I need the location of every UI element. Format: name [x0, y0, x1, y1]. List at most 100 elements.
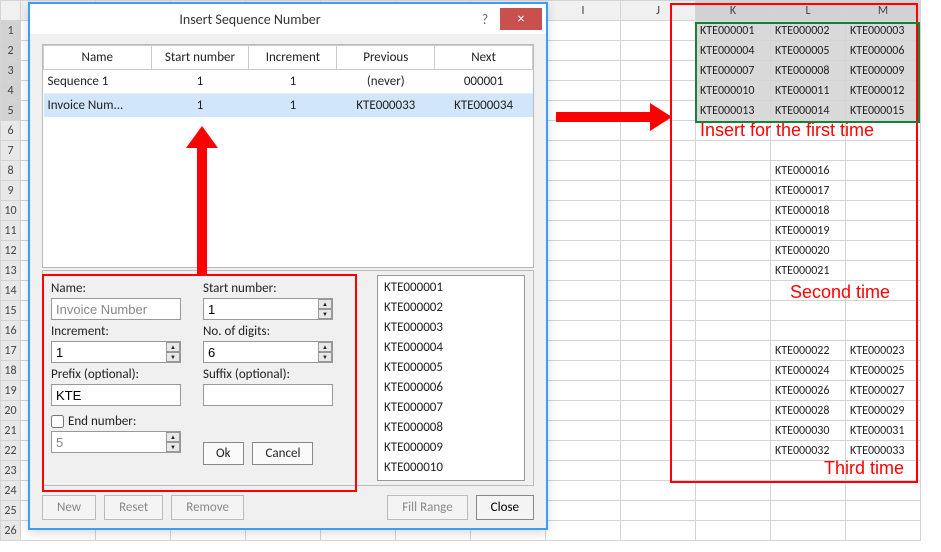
digits-field[interactable]	[203, 341, 333, 363]
col-next[interactable]: Next	[435, 46, 533, 70]
cell[interactable]	[696, 261, 771, 281]
spin-down-icon[interactable]: ▼	[166, 442, 180, 452]
cell[interactable]	[846, 261, 921, 281]
cell[interactable]	[846, 181, 921, 201]
col-name[interactable]: Name	[44, 46, 152, 70]
cell[interactable]: KTE000008	[771, 61, 846, 81]
cell[interactable]: KTE000004	[696, 41, 771, 61]
cell[interactable]	[771, 461, 846, 481]
spin-down-icon[interactable]: ▼	[166, 352, 180, 362]
row-header[interactable]: 2	[1, 41, 21, 61]
reset-button[interactable]: Reset	[104, 495, 163, 520]
cell[interactable]	[771, 121, 846, 141]
row-header[interactable]: 22	[1, 441, 21, 461]
cell[interactable]	[621, 141, 696, 161]
cell[interactable]	[621, 61, 696, 81]
cell[interactable]	[696, 441, 771, 461]
table-row[interactable]: Invoice Num... 1 1 KTE000033 KTE000034	[44, 94, 533, 118]
cell[interactable]	[621, 521, 696, 541]
cell[interactable]: KTE000014	[771, 101, 846, 121]
cell[interactable]	[546, 21, 621, 41]
cell[interactable]	[846, 301, 921, 321]
cell[interactable]	[621, 461, 696, 481]
cell[interactable]: KTE000010	[696, 81, 771, 101]
cell[interactable]: KTE000029	[846, 401, 921, 421]
cell[interactable]	[546, 61, 621, 81]
cell[interactable]	[621, 21, 696, 41]
row-header[interactable]: 8	[1, 161, 21, 181]
cell[interactable]: KTE000031	[846, 421, 921, 441]
cell[interactable]	[696, 181, 771, 201]
cell[interactable]	[771, 301, 846, 321]
row-header[interactable]: 26	[1, 521, 21, 541]
row-header[interactable]: 20	[1, 401, 21, 421]
col-header[interactable]: K	[696, 1, 771, 21]
sequence-list[interactable]: Name Start number Increment Previous Nex…	[42, 44, 534, 268]
cell[interactable]: KTE000001	[696, 21, 771, 41]
spin-up-icon[interactable]: ▲	[318, 342, 332, 352]
cell[interactable]	[546, 201, 621, 221]
cell[interactable]	[771, 141, 846, 161]
cell[interactable]	[696, 301, 771, 321]
cell[interactable]	[621, 341, 696, 361]
cell[interactable]	[771, 281, 846, 301]
prefix-field[interactable]	[51, 384, 181, 406]
new-button[interactable]: New	[42, 495, 96, 520]
ok-button[interactable]: Ok	[203, 442, 244, 465]
cell[interactable]	[546, 301, 621, 321]
cell[interactable]: KTE000030	[771, 421, 846, 441]
cell[interactable]	[696, 501, 771, 521]
cell[interactable]	[621, 281, 696, 301]
row-header[interactable]: 17	[1, 341, 21, 361]
cell[interactable]	[546, 181, 621, 201]
cancel-button[interactable]: Cancel	[252, 442, 313, 465]
row-header[interactable]: 14	[1, 281, 21, 301]
cell[interactable]	[546, 81, 621, 101]
cell[interactable]: KTE000020	[771, 241, 846, 261]
cell[interactable]	[696, 481, 771, 501]
cell[interactable]: KTE000016	[771, 161, 846, 181]
row-header[interactable]: 3	[1, 61, 21, 81]
cell[interactable]	[696, 121, 771, 141]
cell[interactable]	[846, 501, 921, 521]
cell[interactable]	[696, 401, 771, 421]
cell[interactable]	[546, 241, 621, 261]
cell[interactable]	[546, 501, 621, 521]
row-header[interactable]: 4	[1, 81, 21, 101]
cell[interactable]	[846, 221, 921, 241]
cell[interactable]: KTE000009	[846, 61, 921, 81]
cell[interactable]: KTE000021	[771, 261, 846, 281]
col-start[interactable]: Start number	[151, 46, 249, 70]
cell[interactable]	[846, 461, 921, 481]
dialog-titlebar[interactable]: Insert Sequence Number ? ×	[30, 4, 546, 34]
cell[interactable]	[546, 441, 621, 461]
cell[interactable]	[546, 421, 621, 441]
cell[interactable]: KTE000027	[846, 381, 921, 401]
cell[interactable]	[846, 141, 921, 161]
cell[interactable]	[546, 361, 621, 381]
cell[interactable]	[621, 301, 696, 321]
cell[interactable]	[546, 481, 621, 501]
cell[interactable]	[621, 81, 696, 101]
cell[interactable]	[846, 481, 921, 501]
cell[interactable]: KTE000028	[771, 401, 846, 421]
row-header[interactable]: 12	[1, 241, 21, 261]
spin-down-icon[interactable]: ▼	[318, 309, 332, 319]
col-header[interactable]: M	[846, 1, 921, 21]
end-number-field[interactable]	[51, 431, 181, 453]
cell[interactable]	[846, 281, 921, 301]
cell[interactable]	[696, 521, 771, 541]
row-header[interactable]: 15	[1, 301, 21, 321]
row-header[interactable]: 6	[1, 121, 21, 141]
fill-range-button[interactable]: Fill Range	[387, 495, 467, 520]
cell[interactable]	[621, 361, 696, 381]
cell[interactable]	[696, 281, 771, 301]
cell[interactable]	[771, 481, 846, 501]
row-header[interactable]: 24	[1, 481, 21, 501]
cell[interactable]	[696, 141, 771, 161]
name-field[interactable]	[51, 298, 181, 320]
table-row[interactable]: Sequence 1 1 1 (never) 000001	[44, 70, 533, 94]
cell[interactable]	[696, 161, 771, 181]
cell[interactable]	[621, 481, 696, 501]
cell[interactable]: KTE000018	[771, 201, 846, 221]
